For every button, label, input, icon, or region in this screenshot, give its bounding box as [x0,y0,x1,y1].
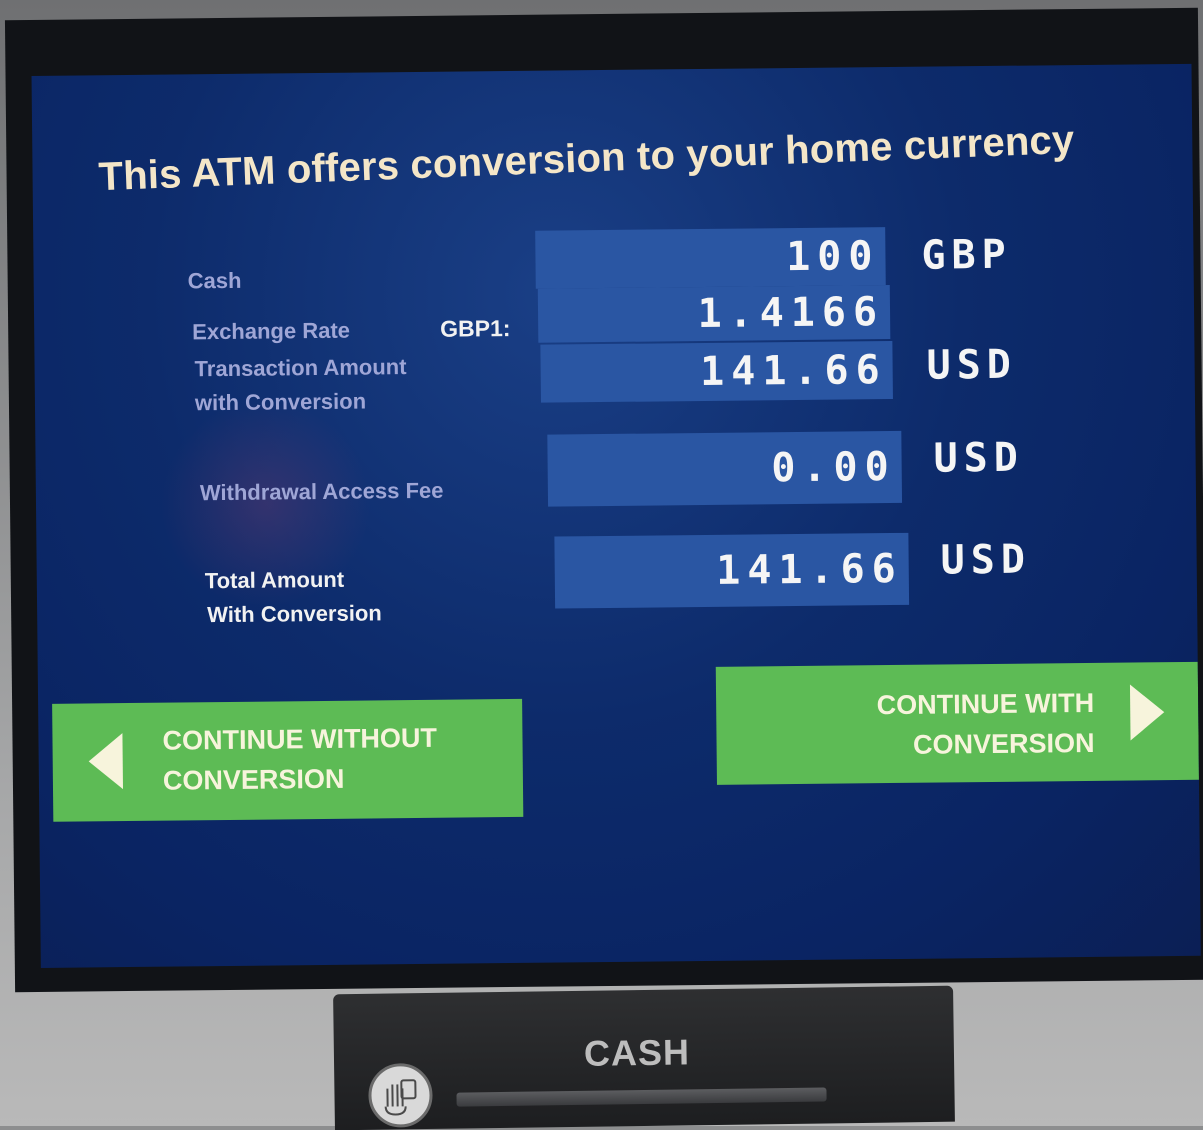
withdrawal-fee-currency: USD [933,434,1025,482]
withdrawal-fee-label: Withdrawal Access Fee [199,477,444,506]
transaction-amount-label: Transaction Amount [194,354,407,382]
screen-bezel: This ATM offers conversion to your home … [4,7,1203,993]
atm-screen: This ATM offers conversion to your home … [31,63,1201,968]
withdrawal-fee-value: 0.00 [547,430,903,507]
arrow-right-icon [1129,684,1165,741]
continue-with-conversion-button[interactable]: CONTINUE WITH CONVERSION [715,661,1199,785]
cash-currency: GBP [921,231,1012,279]
cash-label: Cash [187,267,242,294]
cash-dispenser: CASH [333,985,955,1130]
total-amount-label-2: With Conversion [207,600,382,628]
cash-value: 100 [535,227,886,289]
continue-without-conversion-label: CONTINUE WITHOUT CONVERSION [162,722,438,796]
cash-slot [456,1087,827,1107]
total-amount-value: 141.66 [554,532,910,609]
cash-label: CASH [583,1031,691,1074]
transaction-amount-label-2: with Conversion [194,388,367,416]
page-title: This ATM offers conversion to your home … [97,117,1076,200]
transaction-amount-currency: USD [926,341,1018,389]
continue-with-conversion-label: CONTINUE WITH CONVERSION [876,687,1095,760]
transaction-amount-value: 141.66 [540,340,893,403]
exchange-rate-label: Exchange Rate [192,317,351,345]
continue-without-conversion-button[interactable]: CONTINUE WITHOUT CONVERSION [52,698,524,822]
exchange-rate-prefix: GBP1: [440,314,511,342]
hand-card-icon [368,1062,433,1128]
total-amount-currency: USD [940,536,1032,584]
total-amount-label: Total Amount [204,566,345,594]
exchange-rate-value: 1.4166 [537,285,891,343]
arrow-left-icon [88,733,124,790]
atm-frame: This ATM offers conversion to your home … [0,0,1203,1130]
